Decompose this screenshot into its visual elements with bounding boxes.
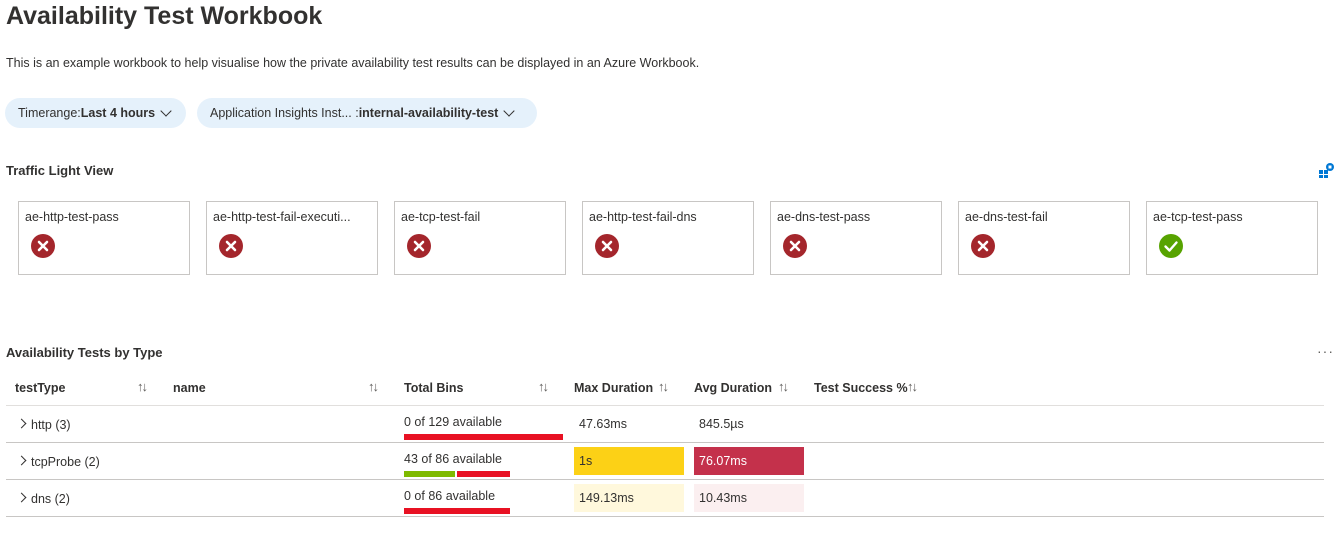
- row-testtype[interactable]: http (3): [31, 418, 71, 432]
- column-header-max-duration[interactable]: Max Duration: [574, 381, 653, 395]
- row-divider: [6, 442, 1324, 443]
- sort-icon[interactable]: ↑↓: [658, 379, 669, 394]
- row-divider: [6, 405, 1324, 406]
- tests-by-type-title: Availability Tests by Type: [6, 345, 163, 360]
- timerange-value: Last 4 hours: [80, 106, 156, 120]
- error-x-icon: [971, 234, 995, 258]
- sort-icon[interactable]: ↑↓: [368, 379, 379, 394]
- traffic-light-tile[interactable]: ae-http-test-fail-dns: [582, 201, 754, 275]
- row-bins-label: 0 of 129 available: [404, 415, 502, 429]
- avg-duration-cell: 76.07ms: [694, 447, 804, 475]
- traffic-light-tile[interactable]: ae-tcp-test-pass: [1146, 201, 1318, 275]
- traffic-light-tile[interactable]: ae-dns-test-pass: [770, 201, 942, 275]
- app-insights-dropdown[interactable]: Application Insights Inst... : internal-…: [197, 98, 537, 128]
- sort-icon[interactable]: ↑↓: [778, 379, 789, 394]
- error-x-icon: [595, 234, 619, 258]
- success-check-icon: [1159, 234, 1183, 258]
- column-header-avg-duration[interactable]: Avg Duration: [694, 381, 772, 395]
- row-testtype[interactable]: dns (2): [31, 492, 70, 506]
- row-testtype[interactable]: tcpProbe (2): [31, 455, 100, 469]
- pin-to-dashboard-icon[interactable]: [1318, 162, 1334, 178]
- error-x-icon: [783, 234, 807, 258]
- sort-icon[interactable]: ↑↓: [137, 379, 148, 394]
- tile-test-name: ae-http-test-pass: [25, 210, 119, 224]
- column-header-total-bins[interactable]: Total Bins: [404, 381, 464, 395]
- error-x-icon: [219, 234, 243, 258]
- page-description: This is an example workbook to help visu…: [6, 56, 700, 70]
- column-header-test-success[interactable]: Test Success %: [814, 381, 908, 395]
- app-insights-label: Application Insights Inst... :: [210, 106, 359, 120]
- sort-icon[interactable]: ↑↓: [907, 379, 918, 394]
- tile-test-name: ae-http-test-fail-executi...: [213, 210, 351, 224]
- row-divider: [6, 516, 1324, 517]
- traffic-light-tile[interactable]: ae-tcp-test-fail: [394, 201, 566, 275]
- tile-test-name: ae-http-test-fail-dns: [589, 210, 697, 224]
- bins-unavailable-bar: [404, 508, 510, 514]
- tile-test-name: ae-dns-test-fail: [965, 210, 1048, 224]
- traffic-light-tile[interactable]: ae-http-test-pass: [18, 201, 190, 275]
- app-insights-value: internal-availability-test: [358, 106, 499, 120]
- tile-test-name: ae-tcp-test-fail: [401, 210, 481, 224]
- traffic-light-title: Traffic Light View: [6, 163, 114, 178]
- timerange-dropdown[interactable]: Timerange: Last 4 hours: [5, 98, 186, 128]
- max-duration-cell: 47.63ms: [579, 417, 627, 431]
- bins-unavailable-bar: [457, 471, 510, 477]
- row-bins-label: 0 of 86 available: [404, 489, 496, 503]
- tile-test-name: ae-tcp-test-pass: [1153, 210, 1243, 224]
- bins-available-bar: [404, 471, 455, 477]
- max-duration-cell: 149.13ms: [574, 484, 684, 512]
- column-header-testtype[interactable]: testType: [15, 381, 65, 395]
- max-duration-cell: 1s: [574, 447, 684, 475]
- chevron-down-icon: [503, 104, 515, 117]
- more-options-icon[interactable]: ···: [1317, 343, 1334, 359]
- sort-icon[interactable]: ↑↓: [538, 379, 549, 394]
- expand-chevron-icon[interactable]: [16, 418, 27, 429]
- expand-chevron-icon[interactable]: [16, 455, 27, 466]
- traffic-light-tile[interactable]: ae-http-test-fail-executi...: [206, 201, 378, 275]
- error-x-icon: [31, 234, 55, 258]
- traffic-light-tile[interactable]: ae-dns-test-fail: [958, 201, 1130, 275]
- tile-test-name: ae-dns-test-pass: [777, 210, 871, 224]
- timerange-label: Timerange:: [18, 106, 81, 120]
- row-bins-label: 43 of 86 available: [404, 452, 502, 466]
- avg-duration-cell: 10.43ms: [694, 484, 804, 512]
- chevron-down-icon: [160, 104, 172, 117]
- bins-unavailable-bar: [404, 434, 563, 440]
- avg-duration-cell: 845.5µs: [699, 417, 744, 431]
- page-title: Availability Test Workbook: [6, 2, 323, 30]
- error-x-icon: [407, 234, 431, 258]
- column-header-name[interactable]: name: [173, 381, 206, 395]
- expand-chevron-icon[interactable]: [16, 492, 27, 503]
- row-divider: [6, 479, 1324, 480]
